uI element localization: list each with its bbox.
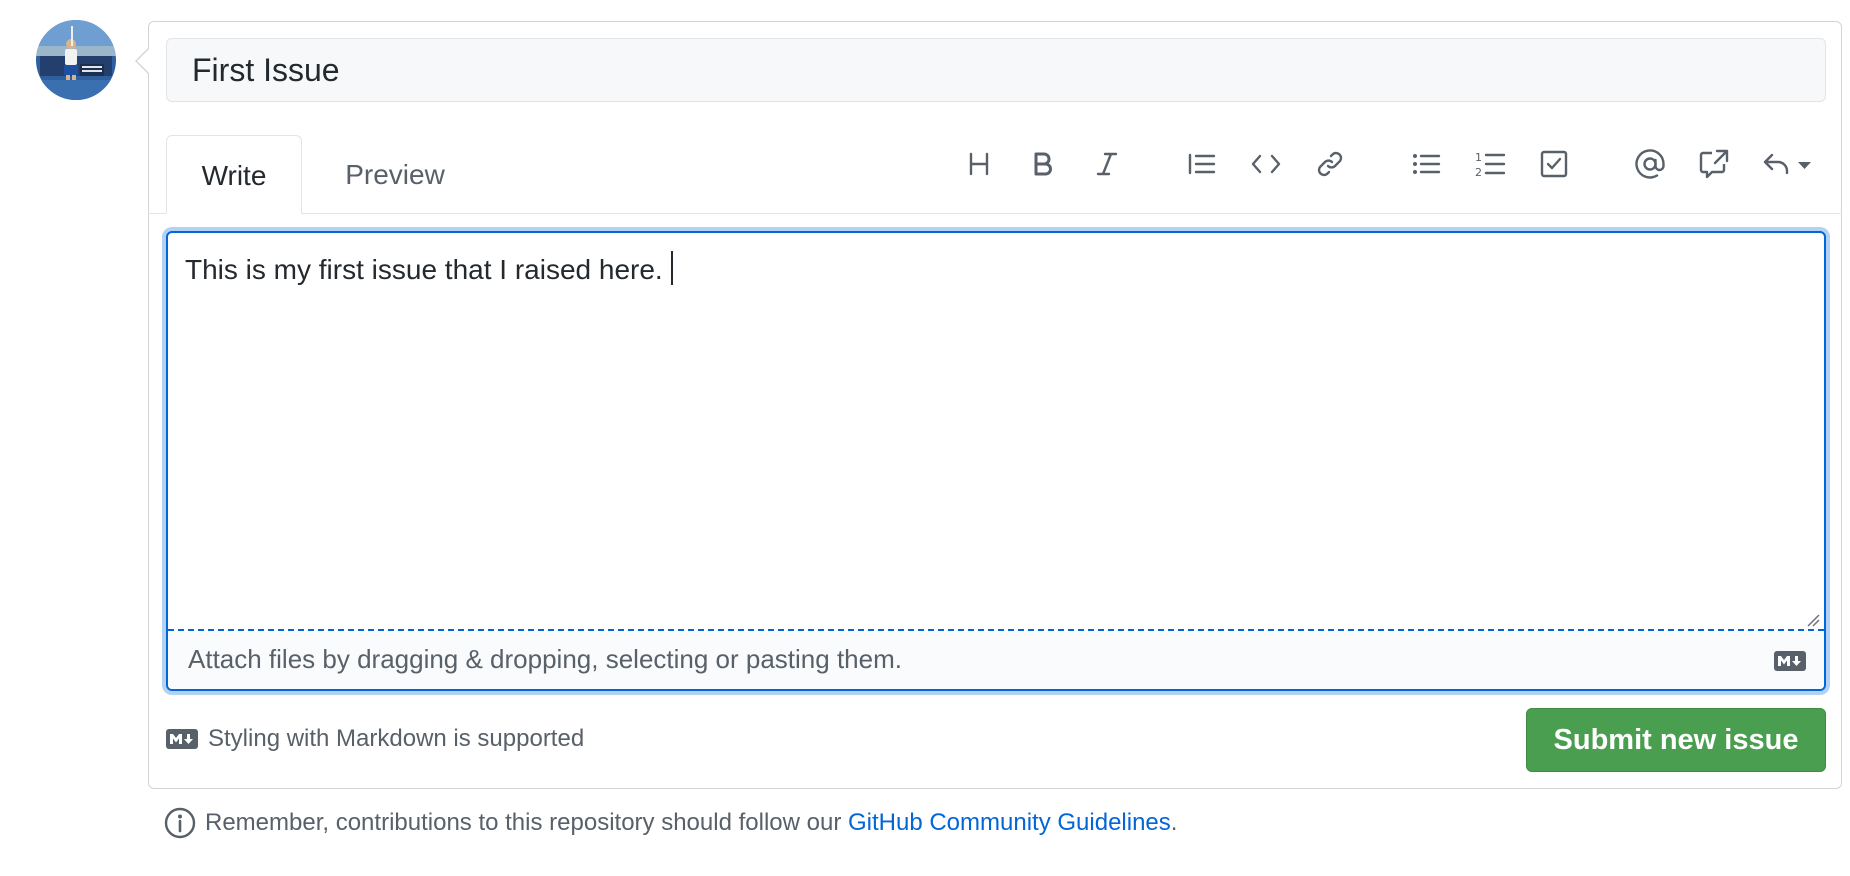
avatar-image <box>36 20 116 100</box>
community-guidelines-link[interactable]: GitHub Community Guidelines <box>848 809 1171 837</box>
svg-text:1: 1 <box>1475 151 1482 164</box>
comment-body-text: This is my first issue that I raised her… <box>185 254 663 285</box>
resize-grip-icon[interactable] <box>1806 613 1820 627</box>
markdown-icon <box>166 729 198 749</box>
link-icon[interactable] <box>1308 142 1352 186</box>
tab-write[interactable]: Write <box>166 135 302 214</box>
footer-period: . <box>1170 809 1178 836</box>
avatar[interactable] <box>36 20 116 100</box>
card-caret-fill <box>137 49 149 73</box>
info-icon <box>164 807 196 839</box>
svg-text:2: 2 <box>1475 166 1482 179</box>
submit-new-issue-button[interactable]: Submit new issue <box>1526 708 1826 772</box>
markdown-note-text: Styling with Markdown is supported <box>208 725 585 752</box>
unordered-list-icon[interactable] <box>1404 142 1448 186</box>
bold-icon[interactable] <box>1021 142 1065 186</box>
code-icon[interactable] <box>1244 142 1288 186</box>
cross-reference-icon[interactable] <box>1692 142 1736 186</box>
markdown-icon <box>1774 651 1806 671</box>
task-list-icon[interactable] <box>1532 142 1576 186</box>
tab-preview[interactable]: Preview <box>320 135 470 214</box>
footer-text: Remember, contributions to this reposito… <box>205 809 842 836</box>
heading-icon[interactable] <box>957 142 1001 186</box>
chevron-down-icon <box>1798 162 1811 169</box>
saved-reply-icon[interactable] <box>1760 142 1820 186</box>
ordered-list-icon[interactable]: 12 <box>1468 142 1512 186</box>
attach-files-hint: Attach files by dragging & dropping, sel… <box>188 644 902 674</box>
file-attach-dropzone[interactable]: Attach files by dragging & dropping, sel… <box>168 629 1824 689</box>
mention-icon[interactable] <box>1628 142 1672 186</box>
italic-icon[interactable] <box>1085 142 1129 186</box>
issue-title-value: First Issue <box>192 52 340 88</box>
quote-icon[interactable] <box>1180 142 1224 186</box>
markdown-support-note[interactable]: Styling with Markdown is supported <box>166 725 584 753</box>
text-cursor <box>670 251 673 285</box>
issue-title-input[interactable]: First Issue <box>166 38 1826 102</box>
comment-textarea[interactable]: This is my first issue that I raised her… <box>166 231 1826 691</box>
community-guidelines-note: Remember, contributions to this reposito… <box>163 806 1177 840</box>
